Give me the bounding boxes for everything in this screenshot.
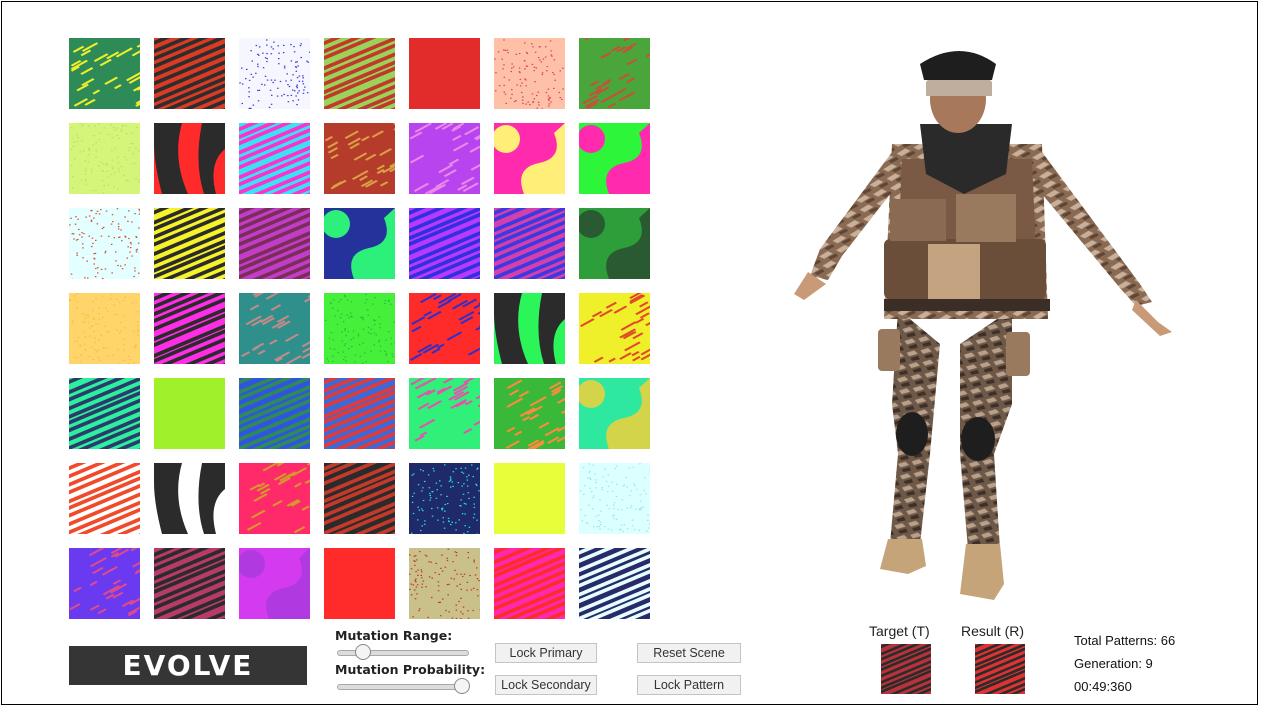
pattern-tile[interactable] (494, 208, 565, 279)
pattern-tile[interactable] (239, 38, 310, 109)
pattern-tile[interactable] (494, 378, 565, 449)
pattern-tile[interactable] (69, 548, 140, 619)
pattern-tile[interactable] (324, 293, 395, 364)
pattern-tile[interactable] (154, 208, 225, 279)
pattern-tile[interactable] (579, 378, 650, 449)
pattern-tile[interactable] (579, 548, 650, 619)
lock-secondary-button[interactable]: Lock Secondary (495, 675, 597, 695)
pattern-tile[interactable] (239, 123, 310, 194)
mutation-range-label: Mutation Range: (335, 628, 453, 643)
pattern-tile[interactable] (69, 293, 140, 364)
result-label: Result (R) (961, 623, 1025, 639)
pattern-tile[interactable] (579, 208, 650, 279)
pattern-tile[interactable] (579, 123, 650, 194)
pattern-tile[interactable] (579, 38, 650, 109)
pattern-tile[interactable] (154, 123, 225, 194)
soldier-model-viewport[interactable] (780, 44, 1190, 609)
pattern-tile[interactable] (69, 378, 140, 449)
pattern-tile[interactable] (239, 293, 310, 364)
pattern-tile[interactable] (409, 208, 480, 279)
pattern-tile[interactable] (324, 463, 395, 534)
pattern-tile[interactable] (579, 293, 650, 364)
pattern-tile[interactable] (154, 38, 225, 109)
pattern-tile[interactable] (494, 463, 565, 534)
timer-stat: 00:49:360 (1074, 679, 1132, 694)
mutation-probability-track (337, 684, 469, 690)
result-swatch (971, 600, 1029, 708)
pattern-tile[interactable] (324, 378, 395, 449)
pattern-tile[interactable] (69, 463, 140, 534)
total-patterns-stat: Total Patterns: 66 (1074, 633, 1176, 648)
pattern-tile[interactable] (579, 463, 650, 534)
pattern-tile[interactable] (239, 378, 310, 449)
mutation-probability-slider[interactable] (337, 678, 471, 694)
pattern-tile[interactable] (239, 548, 310, 619)
soldier-figure (794, 51, 1172, 600)
target-swatch (877, 600, 935, 708)
pattern-tile[interactable] (494, 293, 565, 364)
mutation-probability-thumb[interactable] (454, 678, 471, 694)
generation-stat: Generation: 9 (1074, 656, 1153, 671)
pattern-tile[interactable] (409, 378, 480, 449)
pattern-tile[interactable] (239, 208, 310, 279)
pattern-tile[interactable] (239, 463, 310, 534)
pattern-tile[interactable] (69, 123, 140, 194)
lock-primary-button[interactable]: Lock Primary (495, 643, 597, 663)
pattern-tile[interactable] (154, 293, 225, 364)
pattern-tile[interactable] (409, 293, 480, 364)
mutation-range-thumb[interactable] (355, 644, 372, 660)
pattern-tile[interactable] (154, 378, 225, 449)
pattern-tile[interactable] (69, 208, 140, 279)
mutation-probability-label: Mutation Probability: (335, 662, 486, 677)
pattern-tile[interactable] (69, 38, 140, 109)
pattern-tile[interactable] (494, 548, 565, 619)
pattern-tile[interactable] (324, 208, 395, 279)
pattern-tile[interactable] (409, 38, 480, 109)
pattern-tile[interactable] (494, 38, 565, 109)
pattern-tile[interactable] (324, 548, 395, 619)
pattern-tile[interactable] (154, 463, 225, 534)
pattern-tile[interactable] (409, 123, 480, 194)
pattern-tile[interactable] (324, 38, 395, 109)
pattern-tile[interactable] (324, 123, 395, 194)
pattern-tile[interactable] (494, 123, 565, 194)
mutation-range-slider[interactable] (337, 644, 469, 660)
target-label: Target (T) (869, 623, 930, 639)
reset-scene-button[interactable]: Reset Scene (637, 643, 741, 663)
pattern-tile[interactable] (154, 548, 225, 619)
pattern-tile[interactable] (409, 463, 480, 534)
lock-pattern-button[interactable]: Lock Pattern (637, 675, 741, 695)
pattern-tile[interactable] (409, 548, 480, 619)
evolve-button[interactable]: EVOLVE (69, 646, 307, 685)
